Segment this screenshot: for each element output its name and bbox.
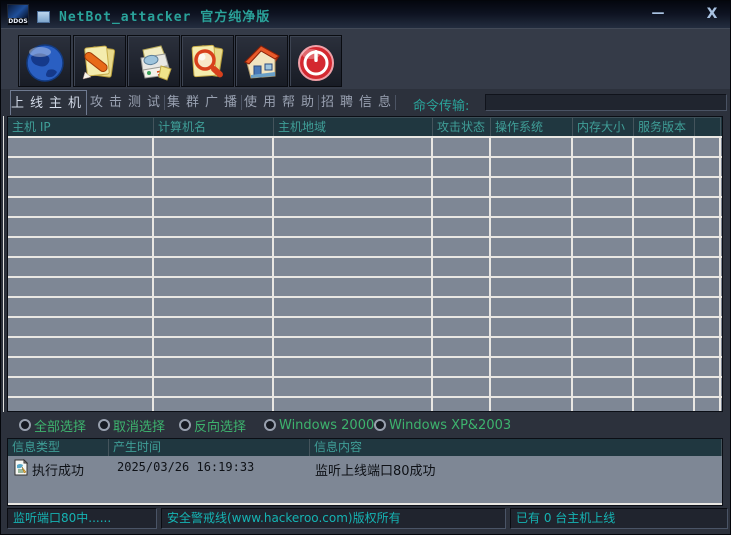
power-icon: [290, 42, 341, 84]
search-document-icon: [182, 42, 233, 84]
status-listening: 监听端口80中......: [7, 508, 157, 529]
exit-button[interactable]: [289, 35, 342, 87]
titlebar[interactable]: DDOS NetBot_attacker 官方纯净版 — X: [1, 1, 731, 28]
attack-config-button[interactable]: [73, 35, 126, 87]
app-icon-badge: DDOS: [8, 18, 28, 25]
toolbar: [1, 28, 731, 89]
globe-icon: [19, 42, 70, 84]
radio-label: Windows XP&2003: [389, 418, 511, 433]
info-cell-content: 监听上线端口80成功: [315, 460, 436, 479]
radio-label: 取消选择: [113, 416, 165, 435]
table-grid-column: [695, 138, 721, 411]
host-column-header[interactable]: 计算机名: [154, 117, 274, 136]
info-table-body: 执行成功 2025/03/26 16:19:33 监听上线端口80成功: [8, 456, 722, 505]
tab-separator: [395, 95, 396, 110]
tab-attack-test[interactable]: 攻击测试: [90, 90, 162, 115]
host-column-header[interactable]: 内存大小: [573, 117, 634, 136]
home-icon: [236, 42, 287, 84]
printer-button[interactable]: [127, 35, 180, 87]
log-note-icon: [13, 459, 28, 476]
command-input[interactable]: [485, 94, 727, 111]
host-column-header[interactable]: 主机地域: [274, 117, 433, 136]
radio-icon[interactable]: [179, 419, 191, 431]
radio-icon[interactable]: [374, 419, 386, 431]
search-button[interactable]: [181, 35, 234, 87]
host-table: 主机 IP计算机名主机地域攻击状态操作系统内存大小服务版本: [7, 116, 723, 412]
tab-cluster-broadcast[interactable]: 集群广播: [167, 90, 239, 115]
close-button[interactable]: X: [701, 5, 723, 23]
printer-icon: [128, 42, 179, 84]
tab-separator: [241, 95, 242, 110]
info-row[interactable]: 执行成功 2025/03/26 16:19:33 监听上线端口80成功: [8, 458, 722, 478]
selection-bar: 全部选择 取消选择 反向选择 Windows 2000 Windows XP&2003: [1, 412, 731, 438]
info-cell-type: 执行成功: [32, 460, 84, 479]
app-icon-image: [8, 5, 28, 18]
host-column-header[interactable]: 操作系统: [491, 117, 573, 136]
panel-edge-highlight: [3, 116, 4, 412]
column-header-info-content: 信息内容: [310, 439, 722, 456]
info-cell-time: 2025/03/26 16:19:33: [117, 460, 254, 474]
radio-windows-xp2003[interactable]: Windows XP&2003: [374, 416, 511, 434]
host-column-header[interactable]: 主机 IP: [8, 117, 154, 136]
status-bar: 监听端口80中...... 安全警戒线(www.hackeroo.com)版权所…: [1, 508, 731, 530]
radio-icon[interactable]: [19, 419, 31, 431]
column-header-time: 产生时间: [109, 439, 310, 456]
command-transfer-label: 命令传输:: [413, 95, 469, 114]
minimize-button[interactable]: —: [647, 5, 669, 23]
connect-button[interactable]: [18, 35, 71, 87]
host-column-header[interactable]: [695, 117, 721, 136]
status-host-count: 已有 0 台主机上线: [510, 508, 728, 529]
host-table-header: 主机 IP计算机名主机地域攻击状态操作系统内存大小服务版本: [8, 117, 722, 136]
radio-label: 反向选择: [194, 416, 246, 435]
radio-deselect-all[interactable]: 取消选择: [98, 416, 165, 434]
app-icon: DDOS: [7, 4, 29, 26]
home-button[interactable]: [235, 35, 288, 87]
radio-invert-selection[interactable]: 反向选择: [179, 416, 246, 434]
table-grid-column: [491, 138, 573, 411]
host-table-body[interactable]: [8, 136, 722, 411]
table-grid-column: [573, 138, 634, 411]
info-panel: 信息类型 产生时间 信息内容 执行成功 2025/03/26 16:19:33 …: [7, 438, 723, 506]
radio-label: Windows 2000: [279, 418, 374, 433]
radio-icon[interactable]: [98, 419, 110, 431]
table-grid-column: [154, 138, 274, 411]
tab-help[interactable]: 使用帮助: [244, 90, 316, 115]
radio-icon[interactable]: [264, 419, 276, 431]
table-grid-column: [433, 138, 491, 411]
window-title: NetBot_attacker 官方纯净版: [59, 6, 270, 25]
tab-recruit-info[interactable]: 招聘信息: [321, 90, 393, 115]
table-grid-column: [634, 138, 695, 411]
status-copyright: 安全警戒线(www.hackeroo.com)版权所有: [161, 508, 506, 529]
table-grid-column: [274, 138, 433, 411]
column-header-info-type: 信息类型: [8, 439, 109, 456]
radio-select-all[interactable]: 全部选择: [19, 416, 86, 434]
tab-separator: [318, 95, 319, 110]
radio-windows-2000[interactable]: Windows 2000: [264, 416, 374, 434]
radio-label: 全部选择: [34, 416, 86, 435]
host-column-header[interactable]: 服务版本: [634, 117, 695, 136]
titlebar-square-icon: [37, 11, 50, 23]
tab-online-hosts[interactable]: 上线主机: [10, 90, 87, 115]
edit-document-icon: [74, 42, 125, 84]
host-column-header[interactable]: 攻击状态: [433, 117, 491, 136]
app-window: DDOS NetBot_attacker 官方纯净版 — X: [0, 0, 731, 535]
info-table-header: 信息类型 产生时间 信息内容: [8, 439, 722, 456]
tab-separator: [164, 95, 165, 110]
table-grid-column: [8, 138, 154, 411]
tab-bar: 上线主机 攻击测试 集群广播 使用帮助 招聘信息 命令传输:: [1, 89, 731, 116]
